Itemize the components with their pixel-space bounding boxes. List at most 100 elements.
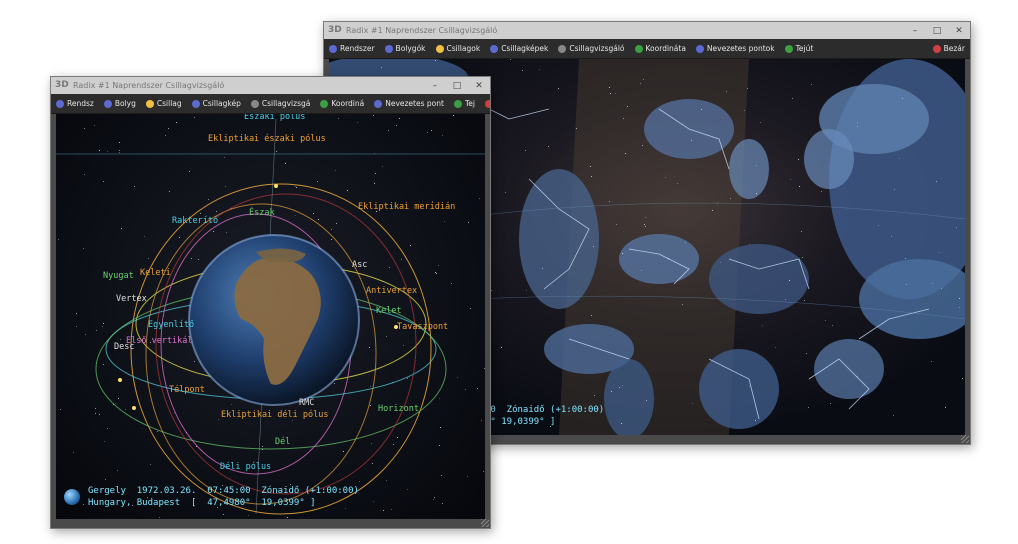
star bbox=[792, 97, 794, 99]
star bbox=[958, 297, 960, 299]
star bbox=[831, 325, 833, 327]
menu-item-label: Tej bbox=[464, 99, 475, 108]
menu-item-label: Csillagkép bbox=[202, 99, 241, 108]
star bbox=[800, 230, 802, 232]
label-south-pole: Déli pólus bbox=[220, 462, 272, 472]
star bbox=[667, 257, 669, 259]
star bbox=[504, 191, 506, 193]
front-window-menubar: Rendsz Bolyg Csillag Csillagkép Csillagvizsg… bbox=[51, 94, 490, 114]
window-title: Radix #1 Naprendszer Csillagvizsgáló bbox=[346, 26, 498, 35]
menu-item-label: Bezár bbox=[943, 44, 965, 53]
menu-item-nevezetes-pontok[interactable]: Nevezetes pontok bbox=[691, 39, 780, 58]
planet-icon bbox=[384, 44, 393, 53]
menu-item-csillagvizsg-l-[interactable]: Csillagvizsgáló bbox=[553, 39, 629, 58]
menu-item-bolyg[interactable]: Bolyg bbox=[99, 94, 141, 113]
label-winter-point: Télpont bbox=[169, 385, 205, 395]
label-north-pole: Északi pólus bbox=[244, 114, 306, 122]
menu-item-label: Nevezetes pontok bbox=[706, 44, 775, 53]
star bbox=[810, 84, 812, 86]
menu-item-koordin-ta[interactable]: Koordináta bbox=[630, 39, 691, 58]
maximize-button[interactable]: □ bbox=[450, 80, 464, 92]
constellation-icon bbox=[191, 99, 200, 108]
resize-grip[interactable] bbox=[961, 435, 969, 443]
label-asc: Asc bbox=[352, 260, 368, 270]
celestial-circles bbox=[56, 118, 485, 515]
status-line-1: 00 Zónaidő (+1:00:00) bbox=[485, 405, 605, 415]
star bbox=[748, 385, 750, 387]
menu-item-label: Csillag bbox=[156, 99, 182, 108]
menu-item-csillagok[interactable]: Csillagok bbox=[431, 39, 486, 58]
menu-item-csillag[interactable]: Csillag bbox=[141, 94, 187, 113]
observatory-icon bbox=[558, 44, 567, 53]
menu-item-label: Csillagok bbox=[446, 44, 481, 53]
menu-item-bolyg-k[interactable]: Bolygók bbox=[380, 39, 431, 58]
close-button[interactable]: ✕ bbox=[952, 25, 966, 37]
star bbox=[930, 360, 932, 362]
planet-icon bbox=[56, 99, 64, 108]
label-prime-vertical: Első vertikál bbox=[126, 336, 193, 346]
star bbox=[955, 226, 957, 228]
star bbox=[609, 92, 611, 94]
star bbox=[829, 402, 831, 404]
label-north: Észak bbox=[249, 208, 275, 218]
label-equator: Egyenlítő bbox=[148, 320, 195, 330]
resize-grip[interactable] bbox=[481, 519, 489, 527]
minimize-button[interactable]: – bbox=[908, 25, 922, 37]
menu-item-rendszer[interactable]: Rendszer bbox=[324, 39, 380, 58]
label-rmc: RMC bbox=[299, 398, 315, 408]
milky-way-icon bbox=[784, 44, 793, 53]
menu-item-label: Csillagvizsgá bbox=[261, 99, 311, 108]
observatory-icon bbox=[250, 99, 259, 108]
menu-item-tej[interactable]: Tej bbox=[449, 94, 480, 113]
maximize-button[interactable]: □ bbox=[930, 25, 944, 37]
close-button[interactable]: ✕ bbox=[472, 80, 486, 92]
star bbox=[798, 186, 800, 187]
label-west: Nyugat bbox=[103, 271, 134, 281]
star bbox=[958, 306, 960, 308]
star bbox=[645, 225, 647, 227]
window-title: Radix #1 Naprendszer Csillagvizsgáló bbox=[73, 81, 225, 90]
menu-item-tej-t[interactable]: Tejút bbox=[780, 39, 819, 58]
back-window-titlebar[interactable]: 3D Radix #1 Naprendszer Csillagvizsgáló … bbox=[324, 22, 970, 39]
label-vertex: Vertex bbox=[116, 294, 147, 304]
menu-item-bez-r[interactable]: Bezár bbox=[480, 94, 490, 113]
star bbox=[620, 422, 622, 424]
menu-item-label: Csillagvizsgáló bbox=[569, 44, 625, 53]
minimize-button[interactable]: – bbox=[428, 80, 442, 92]
constellation-icon bbox=[490, 44, 499, 53]
globe-icon bbox=[64, 489, 80, 505]
label-ecliptic-south-pole: Ekliptikai déli pólus bbox=[221, 410, 329, 420]
menu-item-csillagk-p[interactable]: Csillagkép bbox=[187, 94, 246, 113]
globe-icon bbox=[320, 99, 329, 108]
star bbox=[961, 377, 963, 379]
star bbox=[621, 384, 623, 386]
star bbox=[509, 59, 511, 60]
menu-item-csillagvizsg-[interactable]: Csillagvizsgá bbox=[246, 94, 315, 113]
star-icon bbox=[435, 44, 444, 53]
label-rakterito: Rakterító bbox=[172, 216, 219, 226]
label-ecliptic-meridian: Ekliptikai meridián bbox=[358, 202, 456, 212]
front-window[interactable]: 3D Radix #1 Naprendszer Csillagvizsgáló … bbox=[50, 76, 491, 529]
label-ecliptic-north-pole: Ekliptikai északi pólus bbox=[208, 134, 326, 144]
menu-item-rendsz[interactable]: Rendsz bbox=[51, 94, 99, 113]
menu-item-label: Nevezetes pont bbox=[385, 99, 444, 108]
front-window-titlebar[interactable]: 3D Radix #1 Naprendszer Csillagvizsgáló … bbox=[51, 77, 490, 94]
label-horizon: Horizont bbox=[378, 404, 419, 414]
star bbox=[893, 188, 895, 190]
app-logo: 3D bbox=[55, 80, 69, 90]
star bbox=[608, 200, 610, 202]
menu-item-bez-r[interactable]: Bezár bbox=[928, 39, 970, 58]
star bbox=[381, 66, 383, 68]
star bbox=[644, 216, 646, 218]
menu-item-nevezetes-pont[interactable]: Nevezetes pont bbox=[369, 94, 449, 113]
celestial-sphere-view[interactable]: Északi pólus Ekliptikai északi pólus Ekl… bbox=[56, 114, 485, 519]
star-icon bbox=[145, 99, 154, 108]
menu-item-koordin-[interactable]: Koordiná bbox=[315, 94, 369, 113]
menu-item-csillagk-pek[interactable]: Csillagképek bbox=[485, 39, 553, 58]
label-spring-point: Tavaszpont bbox=[397, 322, 449, 332]
star bbox=[774, 346, 776, 348]
back-window-menubar: Rendszer Bolygók Csillagok Csillagképek Csil… bbox=[324, 39, 970, 59]
star bbox=[557, 88, 559, 89]
label-south: Dél bbox=[275, 437, 291, 447]
label-keleti: Keleti bbox=[140, 268, 171, 278]
